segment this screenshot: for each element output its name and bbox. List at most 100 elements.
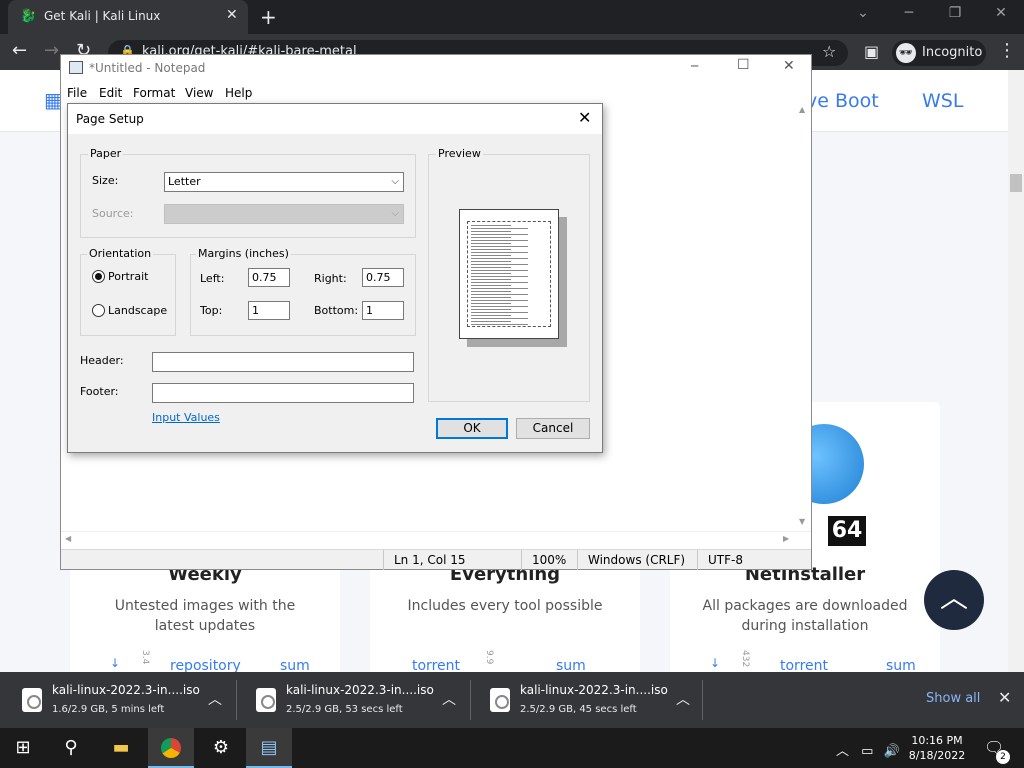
- window-close-icon[interactable]: ✕: [978, 5, 1024, 21]
- download-arrow-icon[interactable]: ↓: [710, 656, 720, 670]
- paper-size-select[interactable]: Letter ⌵: [164, 172, 404, 192]
- network-icon[interactable]: ▭: [861, 744, 873, 759]
- menu-help[interactable]: Help: [225, 86, 252, 100]
- menu-format[interactable]: Format: [133, 86, 175, 100]
- preview-line: [471, 228, 528, 229]
- cancel-button[interactable]: Cancel: [516, 418, 590, 439]
- browser-tab[interactable]: 🐉 Get Kali | Kali Linux ✕: [8, 0, 248, 34]
- notepad-taskbar-icon[interactable]: ▤: [246, 728, 292, 768]
- tab-search-chevron-icon[interactable]: ⌄: [840, 5, 886, 21]
- minimize-icon[interactable]: ─: [886, 5, 932, 21]
- notepad-close-icon[interactable]: ✕: [783, 58, 795, 74]
- download-arrow-icon[interactable]: ↓: [110, 656, 120, 670]
- nav-wsl[interactable]: WSL: [922, 90, 963, 112]
- left-margin-label: Left:: [200, 272, 225, 285]
- input-values-link[interactable]: Input Values: [152, 411, 220, 424]
- scroll-up-icon[interactable]: ▲: [799, 105, 805, 114]
- footer-label: Footer:: [80, 385, 119, 398]
- menu-view[interactable]: View: [185, 86, 213, 100]
- notepad-menubar: File Edit Format View Help: [61, 81, 811, 103]
- forward-arrow-icon[interactable]: →: [44, 40, 59, 61]
- status-encoding: UTF-8: [697, 550, 811, 570]
- status-line-ending: Windows (CRLF): [577, 550, 697, 570]
- incognito-indicator[interactable]: 🕶 Incognito: [892, 40, 986, 66]
- card-link[interactable]: repository: [170, 658, 241, 672]
- notepad-maximize-icon[interactable]: ☐: [737, 57, 750, 73]
- preview-line: [471, 273, 511, 274]
- new-tab-icon[interactable]: +: [260, 5, 277, 29]
- right-margin-input[interactable]: 0.75: [362, 268, 404, 287]
- preview-line: [471, 231, 511, 232]
- top-margin-input[interactable]: 1: [248, 301, 290, 320]
- page-scrollbar[interactable]: [1008, 70, 1024, 672]
- preview-line: [471, 324, 528, 325]
- preview-line: [471, 237, 511, 238]
- header-input[interactable]: [152, 352, 414, 372]
- landscape-radio[interactable]: [92, 304, 105, 317]
- search-icon[interactable]: ⚲: [48, 728, 94, 768]
- preview-line: [471, 249, 511, 250]
- side-panel-icon[interactable]: ▣: [864, 42, 879, 61]
- notepad-minimize-icon[interactable]: ─: [691, 59, 698, 73]
- chevron-up-icon[interactable]: ︿: [208, 689, 222, 709]
- landscape-label[interactable]: Landscape: [108, 304, 167, 317]
- card-link[interactable]: torrent: [780, 658, 828, 672]
- download-bar-close-icon[interactable]: ✕: [998, 688, 1011, 707]
- tray-overflow-chevron-icon[interactable]: ︿: [836, 744, 849, 759]
- left-margin-input[interactable]: 0.75: [248, 268, 290, 287]
- card-link[interactable]: sum: [280, 658, 310, 672]
- scroll-down-icon[interactable]: ▼: [799, 517, 805, 526]
- scroll-left-icon[interactable]: ◀: [65, 534, 71, 543]
- show-all-downloads-link[interactable]: Show all: [926, 691, 980, 706]
- restore-icon[interactable]: ❐: [932, 5, 978, 21]
- card-link[interactable]: sum: [556, 658, 586, 672]
- file-explorer-icon[interactable]: ▬: [98, 728, 144, 768]
- windows-taskbar: ⊞ ⚲ ▬ ⚙ ▤ ︿ ▭ 🔊 10:16 PM 8/18/2022 🗨 2: [0, 728, 1024, 768]
- bookmark-star-icon[interactable]: ☆: [822, 42, 836, 61]
- chevron-up-icon[interactable]: ︿: [676, 689, 690, 709]
- notepad-titlebar[interactable]: *Untitled - Notepad ─ ☐ ✕: [61, 55, 811, 81]
- settings-gear-icon[interactable]: ⚙: [198, 728, 244, 768]
- ok-button[interactable]: OK: [436, 418, 508, 439]
- preview-line: [471, 291, 511, 292]
- preview-line: [471, 240, 528, 241]
- bottom-margin-input[interactable]: 1: [362, 301, 404, 320]
- download-item[interactable]: kali-linux-2022.3-in....iso 2.5/2.9 GB, …: [472, 672, 704, 728]
- portrait-label[interactable]: Portrait: [108, 270, 148, 283]
- dialog-titlebar[interactable]: Page Setup ✕: [68, 104, 602, 134]
- menu-file[interactable]: File: [67, 86, 87, 100]
- footer-input[interactable]: [152, 383, 414, 403]
- scroll-right-icon[interactable]: ▶: [783, 534, 789, 543]
- incognito-label: Incognito: [922, 45, 983, 60]
- dialog-title: Page Setup: [76, 112, 144, 126]
- portrait-radio[interactable]: [92, 270, 105, 283]
- chrome-taskbar-icon[interactable]: [148, 728, 194, 768]
- preview-line: [471, 321, 511, 322]
- chrome-menu-icon[interactable]: ⋮: [998, 40, 1016, 61]
- status-zoom: 100%: [521, 550, 577, 570]
- taskbar-clock[interactable]: 10:16 PM 8/18/2022: [900, 733, 974, 763]
- menu-edit[interactable]: Edit: [99, 86, 122, 100]
- card-link[interactable]: sum: [886, 658, 916, 672]
- notepad-vertical-scrollbar[interactable]: ▲ ▼: [796, 103, 811, 535]
- download-item[interactable]: kali-linux-2022.3-in....iso 2.5/2.9 GB, …: [238, 672, 470, 728]
- scroll-to-top-button[interactable]: ︿: [924, 570, 984, 630]
- dialog-close-icon[interactable]: ✕: [578, 108, 591, 127]
- status-cursor-position: Ln 1, Col 15: [383, 550, 521, 570]
- header-label: Header:: [80, 354, 124, 367]
- volume-icon[interactable]: 🔊: [884, 744, 900, 759]
- tab-close-icon[interactable]: ✕: [226, 7, 238, 23]
- system-tray[interactable]: ︿ ▭ 🔊: [836, 740, 900, 759]
- disc-image-file-icon: [22, 688, 42, 712]
- card-link[interactable]: torrent: [412, 658, 460, 672]
- notepad-app-icon: [69, 61, 83, 74]
- chevron-up-icon[interactable]: ︿: [442, 689, 456, 709]
- notepad-horizontal-scrollbar[interactable]: ◀ ▶: [61, 531, 811, 547]
- page-scroll-thumb[interactable]: [1010, 174, 1022, 192]
- back-arrow-icon[interactable]: ←: [12, 40, 27, 61]
- preview-line: [471, 258, 528, 259]
- nav-live-boot[interactable]: ve Boot: [806, 90, 879, 112]
- preview-line: [471, 267, 511, 268]
- windows-start-icon[interactable]: ⊞: [0, 728, 46, 768]
- download-item[interactable]: kali-linux-2022.3-in....iso 1.6/2.9 GB, …: [4, 672, 236, 728]
